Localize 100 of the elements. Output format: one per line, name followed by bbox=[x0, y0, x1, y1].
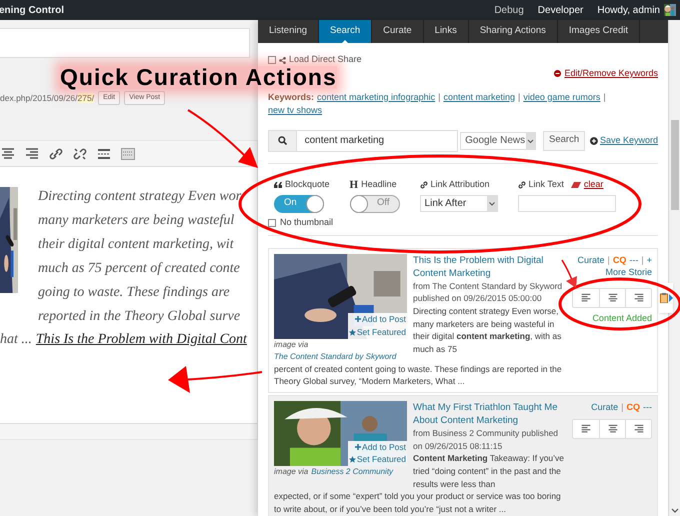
caret-icon bbox=[526, 132, 535, 148]
align-right-icon bbox=[634, 292, 644, 302]
panel-tab[interactable]: Sharing Actions bbox=[468, 20, 558, 43]
unlink-icon[interactable] bbox=[73, 146, 87, 160]
plus-icon bbox=[355, 316, 362, 322]
result-source: from Business 2 Community published on 09/26/2015 08:11:15 bbox=[413, 426, 560, 452]
keyword-link[interactable]: content marketing bbox=[443, 92, 515, 102]
curate-link[interactable]: Curate bbox=[591, 400, 618, 413]
text-line: many marketers are being wasteful bbox=[38, 212, 236, 230]
search-icon bbox=[278, 136, 287, 145]
checkbox[interactable] bbox=[268, 218, 276, 226]
panel-tab[interactable]: Links bbox=[424, 20, 469, 43]
minus-circle-icon bbox=[554, 70, 562, 78]
checkbox-label[interactable]: No thumbnail bbox=[280, 216, 334, 230]
separator: | bbox=[621, 400, 624, 413]
add-to-post-link[interactable]: Add to Post bbox=[355, 313, 406, 326]
panel-tab[interactable]: Images Credit bbox=[558, 20, 640, 43]
admin-link[interactable]: Developer bbox=[538, 2, 584, 18]
star-icon bbox=[348, 328, 356, 336]
cq-logo[interactable]: CQ bbox=[612, 254, 626, 266]
toolbar-toggle-icon[interactable] bbox=[121, 146, 135, 160]
link-icon bbox=[420, 180, 428, 188]
align-right-icon bbox=[634, 424, 644, 434]
panel-tab[interactable]: Search bbox=[319, 20, 372, 43]
source-select[interactable]: Google News bbox=[460, 132, 536, 150]
heading-icon: H bbox=[350, 180, 358, 190]
add-to-post-link[interactable]: Add to Post bbox=[355, 440, 406, 454]
status-text: Content Added bbox=[592, 312, 652, 324]
align-center-icon bbox=[608, 424, 618, 434]
eraser-icon bbox=[570, 182, 581, 188]
separator: | bbox=[641, 254, 644, 266]
panel-tab[interactable]: Curate bbox=[372, 20, 424, 43]
toggle-switch[interactable]: On bbox=[274, 194, 324, 212]
cq-menu-link[interactable]: --- bbox=[629, 254, 638, 266]
alignment-group[interactable] bbox=[572, 418, 652, 439]
clipboard-icon bbox=[660, 292, 668, 302]
alignment-group[interactable] bbox=[572, 288, 652, 308]
text-line: hat ... bbox=[0, 331, 32, 349]
plus-link[interactable]: + bbox=[646, 254, 652, 266]
annotation-arrow bbox=[187, 109, 258, 168]
option-label: Headline bbox=[361, 178, 397, 191]
title-field[interactable] bbox=[0, 28, 250, 58]
admin-link[interactable]: Debug bbox=[494, 2, 524, 18]
result-snippet: percent of created content going to waste. These findings are reported in the Theory Global survey, “Modern Marketers, What ... bbox=[274, 362, 563, 388]
share-icon bbox=[279, 56, 286, 64]
permalink-text: dex.php/2015/09/26/275/ bbox=[0, 92, 94, 104]
curate-link[interactable]: Curate bbox=[578, 254, 605, 266]
result-snippet: expected, or if some “expert” told you your product or service was too boring to write about, or if you’ve been told you’re “just not a writer ... bbox=[274, 490, 562, 516]
toggle-switch[interactable]: Off bbox=[350, 194, 400, 212]
separator: | bbox=[608, 254, 610, 266]
credit-link[interactable]: Business 2 Community bbox=[311, 466, 394, 476]
scrollbar[interactable] bbox=[668, 20, 680, 516]
keyword-link[interactable]: content marketing infographic bbox=[317, 92, 436, 102]
align-center-icon[interactable] bbox=[1, 146, 15, 160]
text-line: going to waste. These findings are bbox=[38, 284, 231, 302]
edit-keywords-link[interactable]: Edit/Remove Keywords bbox=[564, 67, 658, 80]
set-featured-link[interactable]: Set Featured bbox=[348, 453, 406, 466]
annotation-caption: Quick Curation Actions bbox=[60, 66, 337, 89]
post-link[interactable]: This Is the Problem with Digital Cont bbox=[36, 329, 247, 351]
save-keyword-link[interactable]: Save Keyword bbox=[600, 134, 658, 148]
result-snippet: Directing content strategy Even worse, many marketers are being wasteful in their digital content marketing, with as much as 75 bbox=[413, 304, 562, 356]
result-title-link[interactable]: What My First Triathlon Taught Me About Content Marketing bbox=[413, 400, 566, 427]
text-line: much as 75 percent of created conte bbox=[38, 260, 241, 278]
result-source: from The Content Standard by Skyword published on 09/26/2015 05:00:00 bbox=[413, 280, 564, 305]
keywords-text: Keywords: content marketing infographic | content marketing | video game rumors | new tv shows bbox=[268, 90, 607, 116]
credit-label: image via bbox=[274, 466, 308, 476]
search-submit-button[interactable]: Search bbox=[543, 130, 586, 150]
text-line: their digital content marketing, wit bbox=[38, 236, 235, 254]
quote-icon bbox=[274, 182, 282, 188]
set-featured-link[interactable]: Set Featured bbox=[348, 326, 406, 338]
result-title-link[interactable]: This Is the Problem with Digital Content Marketing bbox=[413, 254, 566, 280]
option-label: Link Attribution bbox=[430, 178, 490, 191]
text-line: reported in the Theory Global surve bbox=[38, 308, 242, 326]
search-field[interactable]: content marketing bbox=[296, 130, 458, 152]
caret-icon bbox=[486, 196, 497, 210]
cq-menu-link[interactable]: --- bbox=[643, 400, 652, 413]
credit-label: image via bbox=[274, 338, 310, 350]
result-snippet: Content Marketing Takeaway: If you’ve tried “doing content” in the past and the results were less than bbox=[413, 452, 566, 490]
align-left-icon bbox=[581, 292, 591, 302]
keyword-link[interactable]: video game rumors bbox=[523, 92, 600, 102]
search-button[interactable] bbox=[268, 130, 297, 152]
link-icon[interactable] bbox=[49, 146, 63, 160]
option-label: Blockquote bbox=[285, 178, 330, 191]
keyword-link[interactable]: new tv shows bbox=[268, 104, 322, 114]
checkbox[interactable] bbox=[268, 56, 276, 64]
clear-link[interactable]: clear bbox=[584, 178, 604, 192]
checkbox-label[interactable]: Load Direct Share bbox=[289, 53, 362, 67]
align-left-icon bbox=[581, 424, 591, 434]
align-right-icon[interactable] bbox=[25, 146, 39, 160]
star-icon bbox=[348, 456, 356, 464]
credit-link[interactable]: The Content Standard by Skyword bbox=[274, 350, 407, 362]
greeting-link[interactable]: Howdy, admin bbox=[597, 2, 660, 18]
scrollbar-thumb[interactable] bbox=[670, 120, 678, 210]
read-more-icon[interactable] bbox=[97, 146, 111, 160]
more-stories-link[interactable]: More Storie bbox=[605, 266, 652, 278]
plus-circle-icon bbox=[590, 136, 598, 144]
link-icon bbox=[518, 180, 526, 188]
align-center-icon bbox=[608, 292, 618, 302]
attribution-select[interactable]: Link After bbox=[420, 194, 498, 212]
link-text-field[interactable] bbox=[518, 194, 616, 212]
